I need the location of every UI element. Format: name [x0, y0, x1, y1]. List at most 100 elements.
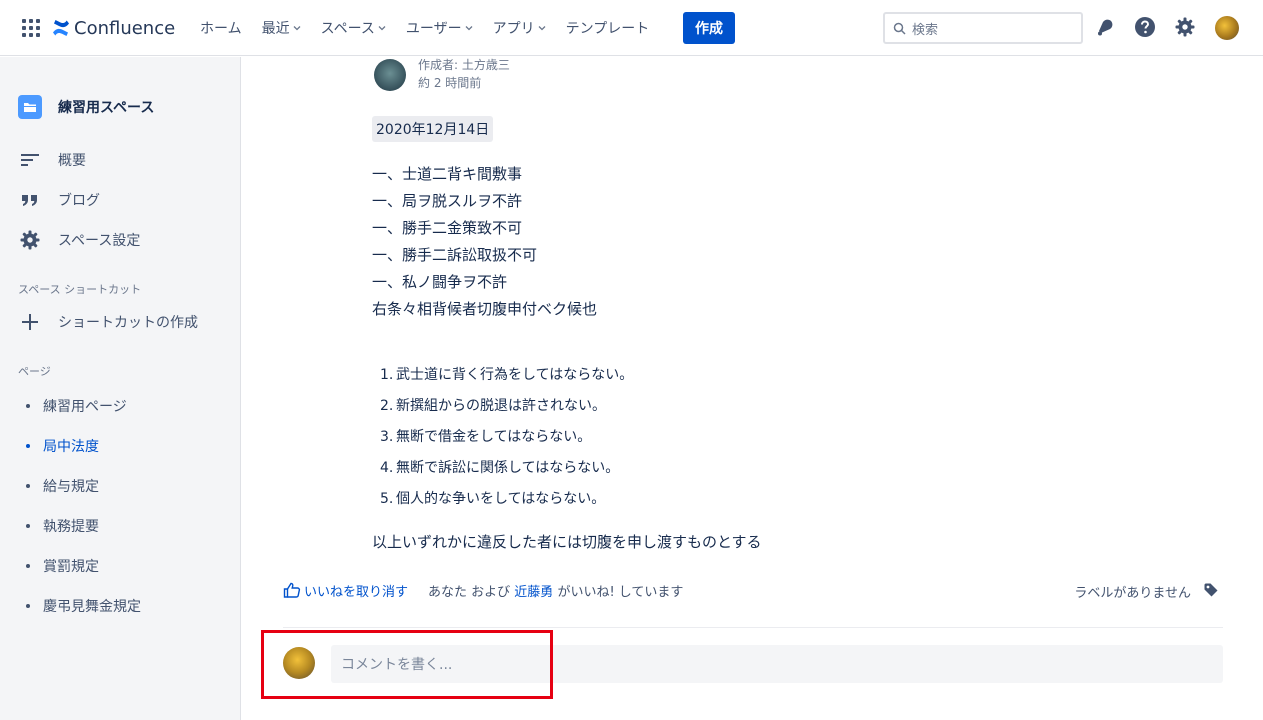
page-tree-item-label: 執務提要: [43, 519, 99, 535]
divider: [283, 627, 1223, 628]
search-icon: [893, 22, 906, 35]
plus-icon: [18, 310, 42, 334]
user-avatar[interactable]: [1215, 16, 1239, 40]
quote-icon: [18, 188, 42, 212]
page-tree-item-label: 給与規定: [43, 479, 99, 495]
label-tag-icon[interactable]: [1203, 582, 1219, 598]
space-name: 練習用スペース: [58, 100, 155, 116]
page-timestamp: 約 2 時間前: [418, 76, 482, 90]
sidebar-item-label: スペース設定: [58, 233, 141, 249]
page-tree-item[interactable]: 慶弔見舞金規定: [26, 596, 141, 616]
author-avatar[interactable]: [374, 59, 406, 91]
page-tree-item-label: 練習用ページ: [43, 399, 127, 415]
create-button[interactable]: 作成: [683, 12, 735, 44]
gear-icon: [18, 228, 42, 252]
nav-recent[interactable]: 最近: [262, 18, 301, 38]
chevron-down-icon: [465, 26, 473, 31]
page-tree-item-label: 賞罰規定: [43, 559, 99, 575]
list-item-text: 武士道に背く行為をしてはならない。: [396, 367, 634, 383]
search-placeholder: 検索: [912, 22, 939, 38]
list-item-text: 無断で訴訟に関係してはならない。: [396, 460, 620, 476]
date-lozenge: 2020年12月14日: [372, 116, 494, 142]
page-tree-item[interactable]: 練習用ページ: [26, 396, 127, 416]
page-byline: 作成者: 土方歳三 約 2 時間前: [374, 56, 510, 92]
list-item-text: 無断で借金をしてはならない。: [396, 429, 592, 445]
nav-apps[interactable]: アプリ: [493, 18, 546, 38]
search-input[interactable]: 検索: [883, 12, 1083, 44]
page-tree-item-active[interactable]: 局中法度: [26, 436, 99, 456]
list-item: 1. 武士道に背く行為をしてはならない。: [380, 361, 633, 392]
nav-recent-label: 最近: [261, 21, 290, 37]
numbered-list: 1. 武士道に背く行為をしてはならない。 2. 新撰組からの脱退は許されない。 3.…: [380, 361, 633, 516]
page-tree-item[interactable]: 賞罰規定: [26, 556, 99, 576]
list-item-text: 新撰組からの脱退は許されない。: [396, 398, 606, 414]
body-line: 一、勝手二金策致不可: [372, 219, 523, 237]
list-item: 2. 新撰組からの脱退は許されない。: [380, 392, 633, 423]
notifications-icon[interactable]: [1094, 16, 1116, 38]
help-icon[interactable]: [1134, 16, 1156, 38]
sidebar-item-label: 概要: [58, 153, 86, 169]
page-body-text: 一、士道二背キ間敷事 一、局ヲ脱スルヲ不許 一、勝手二金策致不可 一、勝手二訴訟…: [372, 161, 597, 323]
bullet: [26, 524, 30, 528]
chevron-down-icon: [538, 26, 546, 31]
sidebar-item-blog[interactable]: ブログ: [18, 188, 100, 212]
nav-templates[interactable]: テンプレート: [566, 18, 650, 38]
nav-apps-label: アプリ: [492, 21, 535, 37]
top-navigation: Confluence ホーム 最近 スペース ユーザー アプリ テンプレート 作…: [0, 0, 1263, 56]
nav-templates-label: テンプレート: [565, 21, 650, 37]
pages-heading: ページ: [18, 365, 51, 378]
likes-prefix: あなた および: [428, 584, 511, 600]
unlike-button[interactable]: いいねを取り消す: [283, 581, 408, 600]
nav-people-label: ユーザー: [405, 21, 462, 37]
body-line: 一、勝手二訴訟取扱不可: [372, 246, 538, 264]
confluence-logo-icon: [53, 20, 69, 36]
nav-people[interactable]: ユーザー: [406, 18, 473, 38]
thumbs-up-icon: [283, 582, 301, 598]
body-line: 一、私ノ闘争ヲ不許: [372, 273, 508, 291]
unlike-label: いいねを取り消す: [304, 584, 409, 600]
space-sidebar: 練習用スペース 概要 ブログ スペース設定 スペース ショートカット ショートカ…: [0, 57, 241, 720]
page-tree-item[interactable]: 執務提要: [26, 516, 99, 536]
sidebar-item-label: ブログ: [58, 193, 100, 209]
app-switcher-icon[interactable]: [22, 19, 40, 37]
highlight-annotation-box: [261, 630, 553, 699]
confluence-logo-text: Confluence: [74, 17, 176, 39]
sidebar-item-overview[interactable]: 概要: [18, 148, 86, 172]
body-line: 右条々相背候者切腹申付ベク候也: [372, 300, 598, 318]
body-line: 一、局ヲ脱スルヲ不許: [372, 192, 523, 210]
confluence-logo[interactable]: Confluence: [52, 14, 175, 42]
closing-text: 以上いずれかに違反した者には切腹を申し渡すものとする: [372, 533, 762, 551]
body-line: 一、士道二背キ間敷事: [372, 165, 523, 183]
list-item: 4. 無断で訴訟に関係してはならない。: [380, 454, 633, 485]
space-folder-icon: [18, 95, 42, 119]
likes-bar: いいねを取り消す あなた および 近藤勇 がいいね! しています ラベルがありま…: [283, 578, 1223, 602]
create-shortcut-label: ショートカットの作成: [58, 315, 198, 331]
settings-gear-icon[interactable]: [1174, 16, 1196, 38]
bullet: [26, 604, 30, 608]
shortcuts-heading: スペース ショートカット: [18, 283, 142, 296]
bullet: [26, 484, 30, 488]
author-name[interactable]: 作成者: 土方歳三: [418, 56, 510, 74]
space-header[interactable]: 練習用スペース: [18, 95, 154, 119]
list-item-text: 個人的な争いをしてはならない。: [396, 491, 606, 507]
chevron-down-icon: [378, 26, 386, 31]
page-tree-item-label: 慶弔見舞金規定: [43, 599, 141, 615]
page-tree-item[interactable]: 給与規定: [26, 476, 99, 496]
nav-items: ホーム 最近 スペース ユーザー アプリ テンプレート: [200, 0, 669, 56]
likes-summary: あなた および 近藤勇 がいいね! しています: [428, 581, 683, 600]
chevron-down-icon: [293, 26, 301, 31]
overview-icon: [18, 148, 42, 172]
sidebar-item-space-settings[interactable]: スペース設定: [18, 228, 140, 252]
nav-spaces[interactable]: スペース: [321, 18, 386, 38]
author-meta: 作成者: 土方歳三 約 2 時間前: [418, 56, 510, 92]
page-tree-item-label: 局中法度: [43, 439, 99, 455]
bullet: [26, 564, 30, 568]
nav-spaces-label: スペース: [320, 21, 375, 37]
liker-link[interactable]: 近藤勇: [514, 585, 553, 600]
list-item: 3. 無断で借金をしてはならない。: [380, 423, 633, 454]
no-labels-text: ラベルがありません: [1074, 586, 1191, 601]
list-item: 5. 個人的な争いをしてはならない。: [380, 485, 633, 516]
bullet: [26, 404, 30, 408]
create-shortcut-button[interactable]: ショートカットの作成: [18, 310, 198, 334]
nav-home[interactable]: ホーム: [200, 18, 242, 38]
